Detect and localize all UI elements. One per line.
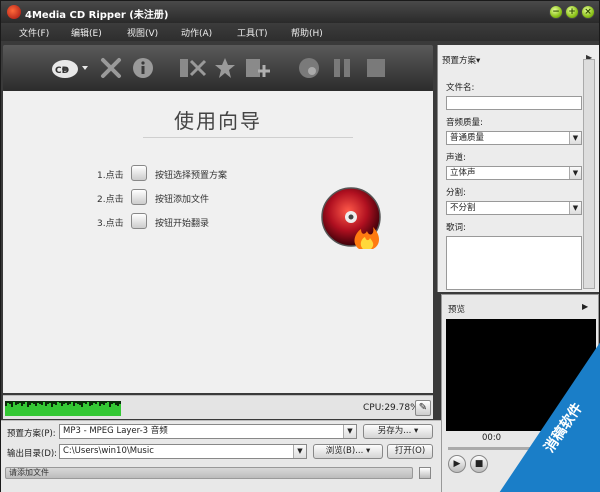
stop-preview-button[interactable]: ■ bbox=[470, 455, 488, 473]
step-number: 3.点击 bbox=[97, 219, 124, 229]
cd-icon bbox=[131, 189, 147, 205]
stop-button[interactable] bbox=[365, 57, 387, 79]
pause-icon bbox=[334, 59, 350, 77]
channel-select[interactable]: 立体声 ▼ bbox=[446, 166, 582, 180]
menu-edit[interactable]: 编辑(E) bbox=[71, 26, 102, 39]
progress-text: 请添加文件 bbox=[9, 468, 49, 477]
step-text: 按钮添加文件 bbox=[155, 195, 210, 205]
info-button[interactable] bbox=[131, 57, 155, 79]
chevron-down-icon: ▼ bbox=[569, 202, 581, 214]
filename-label: 文件名: bbox=[446, 83, 475, 93]
profile-icon bbox=[131, 165, 147, 181]
title-bar: 4Media CD Ripper (未注册) − + × bbox=[1, 1, 599, 23]
app-window: 4Media CD Ripper (未注册) − + × 文件(F) 编辑(E)… bbox=[0, 0, 600, 492]
lyrics-label: 歌词: bbox=[446, 223, 466, 233]
close-button[interactable]: × bbox=[581, 5, 595, 19]
menu-help[interactable]: 帮助(H) bbox=[291, 26, 323, 39]
watermark: 消稿软件 bbox=[499, 341, 600, 492]
pause-button[interactable] bbox=[331, 57, 353, 79]
star-icon bbox=[215, 58, 235, 78]
rip-icon bbox=[131, 213, 147, 229]
watermark-background bbox=[499, 341, 600, 492]
effects-button[interactable] bbox=[213, 57, 237, 79]
minimize-button[interactable]: − bbox=[549, 5, 563, 19]
chevron-down-icon: ▼ bbox=[569, 167, 581, 179]
output-value: C:\Users\win10\Music bbox=[63, 446, 154, 456]
quality-select[interactable]: 普通质量 ▼ bbox=[446, 131, 582, 145]
bottom-panel: 预置方案(P): MP3 - MPEG Layer-3 音频 ▼ 另存为... … bbox=[1, 420, 441, 492]
quality-label: 音频质量: bbox=[446, 118, 483, 128]
audio-visualizer bbox=[5, 401, 121, 416]
app-logo-icon bbox=[7, 5, 21, 19]
split-value: 不分割 bbox=[450, 203, 476, 213]
browse-label: 浏览(B)... bbox=[325, 446, 364, 456]
split-button[interactable] bbox=[179, 57, 207, 79]
rip-button[interactable] bbox=[297, 57, 321, 79]
chevron-down-icon: ▼ bbox=[569, 132, 581, 144]
menu-bar: 文件(F) 编辑(E) 视图(V) 动作(A) 工具(T) 帮助(H) bbox=[1, 23, 599, 41]
quality-value: 普通质量 bbox=[450, 133, 485, 143]
svg-text:CD: CD bbox=[55, 66, 69, 76]
delete-icon bbox=[101, 58, 121, 78]
wizard-title: 使用向导 bbox=[174, 109, 262, 133]
panel-header[interactable]: 预置方案▾ bbox=[442, 54, 480, 66]
output-label: 输出目录(D): bbox=[7, 449, 58, 459]
profile-settings-panel: 预置方案▾ ▶ 文件名: 音频质量: 普通质量 ▼ 声道: 立体声 ▼ 分割: … bbox=[437, 45, 599, 292]
add-file-button[interactable] bbox=[245, 57, 271, 79]
stop-icon bbox=[367, 59, 385, 77]
burning-disc-icon bbox=[321, 187, 381, 249]
profile-label: 预置方案(P): bbox=[7, 429, 56, 439]
chevron-right-icon[interactable]: ▶ bbox=[582, 302, 588, 311]
play-button[interactable]: ▶ bbox=[448, 455, 466, 473]
browse-button[interactable]: 浏览(B)... ▾ bbox=[313, 444, 383, 459]
visualizer-bar bbox=[119, 404, 121, 416]
step-number: 1.点击 bbox=[97, 171, 124, 181]
menu-file[interactable]: 文件(F) bbox=[19, 26, 49, 39]
menu-action[interactable]: 动作(A) bbox=[181, 26, 212, 39]
filename-input[interactable] bbox=[446, 96, 582, 110]
info-icon bbox=[133, 58, 153, 78]
progress-bar: 请添加文件 bbox=[5, 467, 413, 479]
step-text: 按钮选择预置方案 bbox=[155, 171, 228, 181]
scrollbar[interactable] bbox=[583, 59, 595, 289]
channel-value: 立体声 bbox=[450, 168, 476, 178]
channel-label: 声道: bbox=[446, 153, 466, 163]
cd-source-button[interactable]: CD bbox=[51, 57, 89, 79]
wrench-icon: ✎ bbox=[418, 402, 428, 413]
chevron-down-icon: ▼ bbox=[343, 425, 356, 438]
maximize-button[interactable]: + bbox=[565, 5, 579, 19]
chevron-down-icon: ▼ bbox=[293, 445, 306, 458]
log-icon[interactable] bbox=[419, 467, 431, 479]
profile-value: MP3 - MPEG Layer-3 音频 bbox=[63, 426, 168, 436]
menu-view[interactable]: 视图(V) bbox=[127, 26, 158, 39]
wizard-area: 使用向导 1.点击 按钮选择预置方案 2.点击 按钮添加文件 3.点击 按钮开始… bbox=[3, 91, 433, 393]
cpu-usage: CPU:29.78% bbox=[363, 403, 419, 413]
save-as-label: 另存为... bbox=[377, 426, 412, 436]
split-select[interactable]: 不分割 ▼ bbox=[446, 201, 582, 215]
delete-button[interactable] bbox=[99, 57, 123, 79]
settings-wrench-button[interactable]: ✎ bbox=[415, 400, 431, 416]
status-bar: CPU:29.78% ✎ bbox=[3, 395, 433, 419]
film-scissors-icon bbox=[180, 59, 207, 77]
split-label: 分割: bbox=[446, 188, 466, 198]
preview-title: 预览 bbox=[448, 305, 466, 315]
toolbar: CD bbox=[3, 45, 433, 91]
profile-select[interactable]: MP3 - MPEG Layer-3 音频 ▼ bbox=[59, 424, 357, 439]
divider bbox=[143, 137, 353, 138]
step-number: 2.点击 bbox=[97, 195, 124, 205]
open-button[interactable]: 打开(O) bbox=[387, 444, 433, 459]
lyrics-textarea[interactable] bbox=[446, 236, 582, 290]
save-as-button[interactable]: 另存为... ▾ bbox=[363, 424, 433, 439]
add-file-icon bbox=[246, 59, 270, 77]
window-title: 4Media CD Ripper (未注册) bbox=[25, 10, 169, 21]
menu-tools[interactable]: 工具(T) bbox=[237, 26, 268, 39]
output-directory-select[interactable]: C:\Users\win10\Music ▼ bbox=[59, 444, 307, 459]
rip-icon bbox=[299, 58, 319, 78]
cd-icon: CD bbox=[52, 60, 88, 78]
step-text: 按钮开始翻录 bbox=[155, 219, 210, 229]
